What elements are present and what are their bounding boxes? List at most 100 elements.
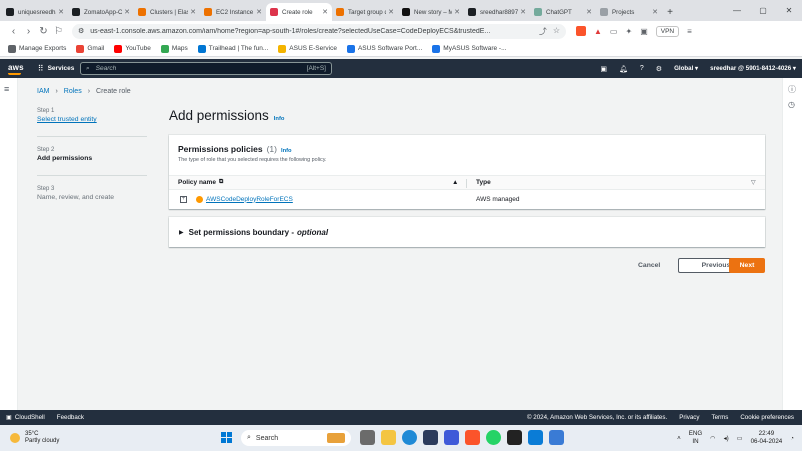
maximize-icon[interactable]: ▢ [750,0,776,21]
vpn-button[interactable]: VPN [655,25,680,37]
extensions-icon[interactable]: ✦ [625,27,632,36]
edge-icon[interactable] [402,430,417,445]
services-grid-icon[interactable]: ⠿ [38,64,44,73]
terms-link[interactable]: Terms [712,414,729,421]
browser-tab[interactable]: New story – Me✕ [398,3,464,21]
menu-icon[interactable]: ≡ [687,27,692,36]
language-indicator[interactable]: ENG IN [689,430,702,446]
close-tab-icon[interactable]: ✕ [586,8,592,16]
region-selector[interactable]: Global ▾ [674,65,698,72]
cloudshell-icon[interactable]: ▣ [600,65,607,73]
step-label[interactable]: Select trusted entity [37,116,147,123]
share-icon[interactable]: ⤴ [539,26,547,37]
store-icon[interactable] [423,430,438,445]
star-icon[interactable]: ☆ [553,26,560,37]
bookmark-item[interactable]: Trailhead | The fun... [197,44,268,53]
close-tab-icon[interactable]: ✕ [388,8,394,16]
wallet-icon[interactable]: ▣ [640,27,648,36]
wifi-icon[interactable]: ◠ [710,435,715,442]
rewards-icon[interactable]: ▲ [594,27,602,36]
task-view-icon[interactable] [360,430,375,445]
vscode-icon[interactable] [528,430,543,445]
taskbar-search[interactable]: ⌕ Search [241,430,351,446]
wizard-step[interactable]: Step 1 Select trusted entity [37,108,147,123]
cancel-button[interactable]: Cancel [638,258,660,273]
history-icon[interactable]: ◷ [788,100,795,109]
expand-row-icon[interactable]: + [180,195,187,203]
browser-tab[interactable]: Projects ✕ [596,3,662,21]
aws-search-input[interactable]: ⌕ Search [Alt+S] [80,62,332,75]
back-icon[interactable]: ‹ [6,26,21,37]
account-menu[interactable]: sreedhar @ 5901-8412-4026 ▾ [710,65,796,72]
browser-tab[interactable]: uniquesreedhar✕ [2,3,68,21]
bookmark-item[interactable]: Maps [160,44,188,53]
weather-widget[interactable]: 35°C Partly cloudy [10,431,59,445]
bookmark-item[interactable]: YouTube [114,44,151,53]
clock[interactable]: 22:49 06-04-2024 [751,430,783,446]
breadcrumb-iam[interactable]: IAM [37,88,49,95]
close-tab-icon[interactable]: ✕ [124,8,130,16]
browser-tab[interactable]: Target group d ✕ [332,3,398,21]
close-tab-icon[interactable]: ✕ [256,8,262,16]
column-policy-name[interactable]: Policy name ⧉ [178,179,223,186]
bookmark-item[interactable]: MyASUS Software -... [432,44,507,53]
browser-tab[interactable]: ChatGPT ✕ [530,3,596,21]
close-tab-icon[interactable]: ✕ [190,8,196,16]
privacy-link[interactable]: Privacy [679,414,699,421]
whatsapp-icon[interactable] [486,430,501,445]
feedback-link[interactable]: Feedback [57,414,84,421]
volume-icon[interactable]: ◂) [724,435,729,442]
browser-tab[interactable]: sreedhar8897/✕ [464,3,530,21]
url-bar[interactable]: ⚙ us-east-1.console.aws.amazon.com/iam/h… [72,23,566,39]
browser-tab[interactable]: EC2 Instance C✕ [200,3,266,21]
column-type[interactable]: Type [476,179,491,186]
browser-tab[interactable]: ZomatoApp-Ci ✕ [68,3,134,21]
minimize-icon[interactable]: — [724,0,750,21]
bookmark-item[interactable]: Manage Exports [8,44,66,53]
notification-center-icon[interactable]: ◔ [790,435,794,442]
close-tab-icon[interactable]: ✕ [58,8,64,16]
policy-name-link[interactable]: AWSCodeDeployRoleForECS [206,196,293,203]
breadcrumb-roles[interactable]: Roles [64,88,82,95]
new-tab-button[interactable]: + [662,3,678,21]
windows-start-icon[interactable] [221,432,232,443]
cloudshell-link[interactable]: ▣ CloudShell [6,414,45,421]
sidebar-icon[interactable]: ▭ [610,27,618,36]
panel-info-link[interactable]: Info [281,148,292,154]
permissions-boundary-expander[interactable]: ▶ Set permissions boundary - optional [169,217,765,247]
sort-ascending-icon[interactable]: ▲ [452,179,458,186]
brave-shield-icon[interactable] [576,26,586,36]
close-tab-icon[interactable]: ✕ [322,8,328,16]
sort-descending-icon[interactable]: ▽ [751,179,756,186]
reload-icon[interactable]: ↻ [36,26,51,37]
help-icon[interactable]: ? [640,65,644,72]
battery-icon[interactable]: ▭ [737,435,743,442]
bookmark-item[interactable]: ASUS Software Port... [346,44,422,53]
close-tab-icon[interactable]: ✕ [520,8,526,16]
close-window-icon[interactable]: ✕ [776,0,802,21]
cookie-preferences-link[interactable]: Cookie preferences [740,414,794,421]
terminal-app-icon[interactable] [507,430,522,445]
site-info-icon[interactable]: ⚙ [78,27,84,35]
aws-logo[interactable]: aws [8,63,24,75]
forward-icon[interactable]: › [21,26,36,37]
services-menu[interactable]: Services [48,65,75,72]
file-explorer-icon[interactable] [381,430,396,445]
browser-tab[interactable]: Clusters | Elastic✕ [134,3,200,21]
settings-icon[interactable]: ⚙ [656,65,662,73]
hamburger-menu-icon[interactable]: ≡ [4,84,9,94]
close-tab-icon[interactable]: ✕ [652,8,658,16]
bookmark-item[interactable]: ASUS E-Service [278,44,337,53]
close-tab-icon[interactable]: ✕ [454,8,460,16]
brave-icon[interactable] [465,430,480,445]
info-link[interactable]: Info [274,116,285,122]
chevron-up-icon[interactable]: ˄ [677,435,681,442]
bookmark-page-icon[interactable]: ⚐ [51,26,66,37]
notifications-icon[interactable]: 🔔︎ [619,65,628,73]
browser-tab[interactable]: Create role ✕ [266,3,332,21]
app-icon-2[interactable] [549,430,564,445]
app-icon[interactable] [444,430,459,445]
next-button[interactable]: Next [729,258,765,273]
bookmark-item[interactable]: Gmail [76,44,104,53]
info-panel-icon[interactable]: ⓘ [788,84,796,95]
